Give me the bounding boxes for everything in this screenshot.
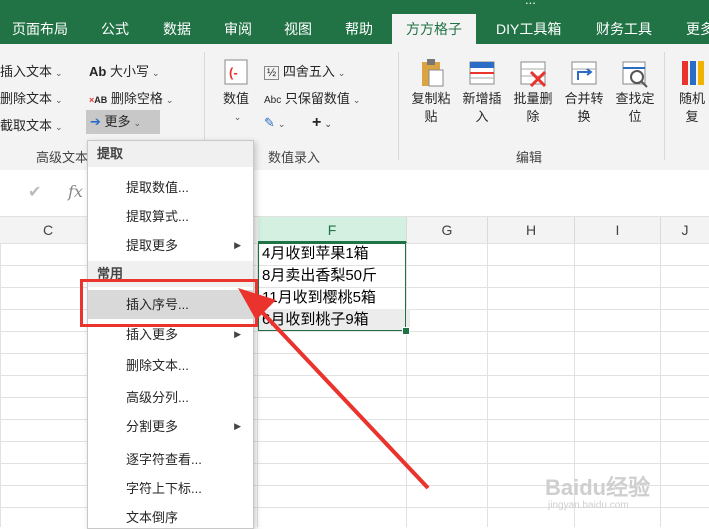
annotation-arrow <box>238 288 430 490</box>
watermark-url: jingyan.baidu.com <box>548 500 629 511</box>
baidu-watermark: Baidu经验 <box>545 475 651 500</box>
